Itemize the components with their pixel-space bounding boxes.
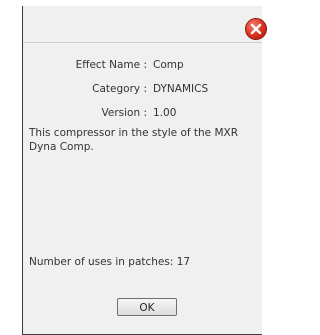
version-value: 1.00 xyxy=(153,107,177,119)
close-button[interactable] xyxy=(245,18,267,40)
uses-count-text: Number of uses in patches: 17 xyxy=(29,256,191,268)
title-bar xyxy=(23,6,262,42)
category-label: Category : xyxy=(92,83,147,95)
title-divider xyxy=(23,42,262,43)
effect-name-label: Effect Name : xyxy=(75,59,147,71)
ok-button[interactable]: OK xyxy=(117,298,177,316)
effect-description: This compressor in the style of the MXR … xyxy=(29,127,239,153)
category-value: DYNAMICS xyxy=(153,83,209,95)
version-label: Version : xyxy=(101,107,148,119)
effect-info-dialog: Effect Name : Comp Category : DYNAMICS V… xyxy=(22,6,267,335)
effect-name-value: Comp xyxy=(153,59,184,71)
close-icon xyxy=(250,23,262,35)
